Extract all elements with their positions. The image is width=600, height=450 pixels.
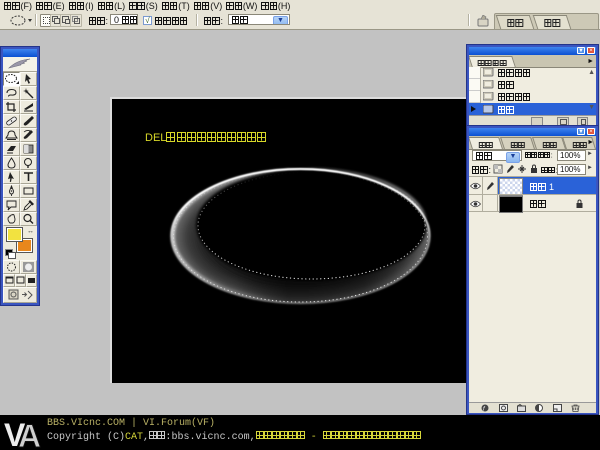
svg-text:A: A [18,418,41,449]
